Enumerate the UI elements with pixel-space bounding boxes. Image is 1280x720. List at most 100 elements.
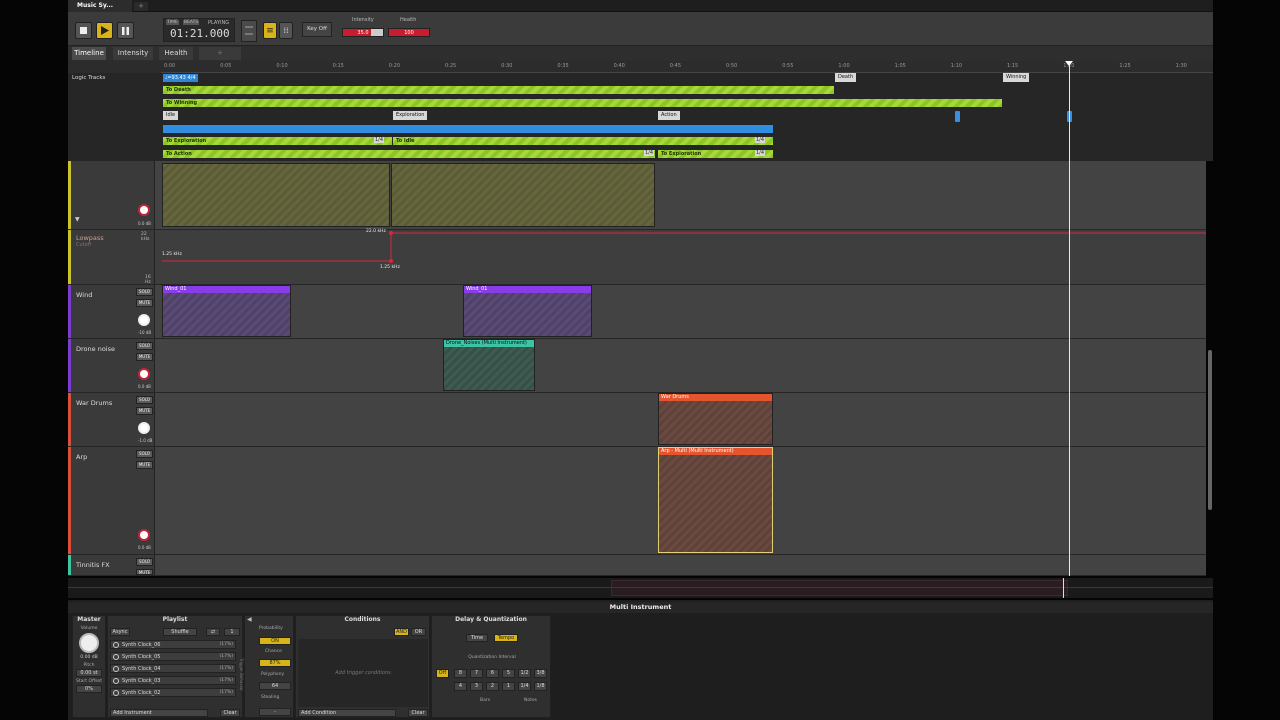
playlist-mode-select[interactable]: Shuffle — [163, 628, 197, 636]
mute-button[interactable]: MUTE — [136, 569, 153, 575]
play-button[interactable] — [96, 22, 113, 39]
bar-to-winning[interactable]: To Winning — [163, 99, 1002, 107]
time-ruler[interactable]: 0:00 0:05 0:10 0:15 0:20 0:25 0:30 0:35 0:40 0:45… — [161, 61, 1213, 73]
track-header[interactable]: Drone noise SOLO MUTE 0.0 dB — [68, 339, 155, 392]
track-lane[interactable]: War Drums — [155, 393, 1206, 446]
or-button[interactable]: OR — [411, 628, 426, 636]
track-lane[interactable] — [155, 161, 1206, 229]
audio-clip[interactable]: War Drums — [658, 393, 773, 445]
pause-button[interactable] — [117, 22, 134, 39]
automation-lane[interactable]: 22.0 kHz 1.25 kHz 1.25 kHz — [155, 229, 1206, 285]
probability-toggle[interactable]: ON — [259, 637, 291, 645]
audio-clip[interactable]: Wind_01 — [162, 285, 291, 337]
tab-intensity[interactable]: Intensity — [113, 47, 153, 60]
master-volume-knob[interactable] — [79, 633, 99, 653]
playlist-item-radio-icon[interactable] — [113, 678, 119, 684]
async-toggle[interactable]: Async — [110, 628, 130, 636]
track-lane[interactable]: Arp - Multi (Multi Instrument) — [155, 447, 1206, 554]
clock-mode-time[interactable]: TIME — [166, 20, 179, 25]
quantization-button[interactable]: 6 — [486, 669, 499, 678]
playlist-item[interactable]: Synth Clock_06 (17%) — [110, 640, 236, 649]
mute-button[interactable]: MUTE — [136, 407, 153, 415]
playlist-item[interactable]: Synth Clock_04 (17%) — [110, 664, 236, 673]
conditions-clear-button[interactable]: Clear — [408, 709, 428, 717]
tab-timeline[interactable]: Timeline — [72, 47, 106, 60]
playhead[interactable] — [1069, 61, 1070, 576]
mute-button[interactable]: MUTE — [136, 353, 153, 361]
mute-button[interactable]: MUTE — [136, 461, 153, 469]
tempo-mode-button[interactable]: Tempo — [494, 634, 518, 642]
playlist-item-radio-icon[interactable] — [113, 642, 119, 648]
quantization-button[interactable]: 1/8 — [534, 682, 547, 691]
marker-exploration[interactable]: Exploration — [393, 111, 428, 120]
quantization-off-button[interactable]: Off — [436, 669, 449, 678]
state-marker-pin[interactable] — [955, 111, 960, 122]
solo-button[interactable]: SOLO — [136, 558, 153, 566]
tab-health[interactable]: Health — [159, 47, 193, 60]
chance-field[interactable]: 87% — [259, 659, 291, 667]
conditions-list[interactable]: Add trigger conditions — [298, 639, 428, 707]
instrument-clip[interactable]: Arp - Multi (Multi Instrument) — [658, 447, 773, 553]
collapse-left-icon[interactable]: ◀ — [247, 616, 252, 623]
bar-to-action[interactable]: To Action — [163, 150, 655, 158]
solo-button[interactable]: SOLO — [136, 396, 153, 404]
start-offset-field[interactable]: 0% — [76, 685, 102, 693]
health-slider[interactable]: 100 — [388, 28, 430, 37]
track-header[interactable]: Arp SOLO MUTE 0.0 dB — [68, 447, 155, 554]
list-view-button[interactable]: ≡ — [263, 22, 277, 39]
volume-knob[interactable] — [138, 529, 150, 541]
pitch-field[interactable]: 0.00 st — [76, 669, 102, 677]
quantization-button[interactable]: 3 — [470, 682, 483, 691]
quantization-button[interactable]: 8 — [454, 669, 467, 678]
stealing-select[interactable]: - — [259, 708, 291, 716]
state-bar[interactable] — [163, 125, 773, 133]
marker-winning[interactable]: Winning — [1003, 73, 1030, 82]
new-tab-button[interactable]: + — [134, 2, 148, 11]
grid-view-button[interactable]: ⁞⁞ — [279, 22, 293, 39]
playlist-repeat-button[interactable]: ⇄ — [206, 628, 220, 636]
track-header[interactable]: Tinnitis FX SOLO MUTE — [68, 555, 155, 575]
quantization-button[interactable]: 4 — [454, 682, 467, 691]
playlist-item-radio-icon[interactable] — [113, 666, 119, 672]
solo-button[interactable]: SOLO — [136, 450, 153, 458]
playlist-count-field[interactable]: 1 — [224, 628, 240, 636]
quantization-button[interactable]: 5 — [502, 669, 515, 678]
track-lane[interactable]: Drone_Noises (Multi Instrument) — [155, 339, 1206, 392]
quantization-button[interactable]: 1/2 — [518, 669, 531, 678]
track-header[interactable]: War Drums SOLO MUTE -1.0 dB — [68, 393, 155, 446]
clock-mode-beats[interactable]: BEATS — [183, 20, 200, 25]
overview-strip[interactable] — [68, 578, 1213, 598]
playlist-item[interactable]: Synth Clock_03 (17%) — [110, 676, 236, 685]
volume-knob[interactable] — [138, 368, 150, 380]
playlist-item-radio-icon[interactable] — [113, 690, 119, 696]
tab-add[interactable]: + — [199, 47, 241, 60]
and-button[interactable]: AND — [394, 628, 409, 636]
automation-curve[interactable] — [155, 230, 1206, 285]
stop-button[interactable] — [75, 22, 92, 39]
volume-knob[interactable] — [138, 314, 150, 326]
quantization-button[interactable]: 2 — [486, 682, 499, 691]
instrument-clip[interactable]: Drone_Noises (Multi Instrument) — [443, 339, 535, 391]
audio-clip[interactable]: Wind_01 — [463, 285, 592, 337]
add-condition-button[interactable]: Add Condition — [298, 709, 396, 717]
vertical-scrollbar[interactable] — [1208, 350, 1212, 510]
bar-to-idle[interactable]: To Idle — [393, 137, 773, 145]
marker-idle[interactable]: Idle — [163, 111, 179, 120]
collapse-arrow-icon[interactable]: ▼ — [75, 216, 80, 223]
quantization-button[interactable]: 7 — [470, 669, 483, 678]
bar-to-death[interactable]: To Death — [163, 86, 834, 94]
track-lane[interactable] — [155, 555, 1206, 575]
add-instrument-button[interactable]: Add Instrument — [110, 709, 208, 717]
volume-knob[interactable] — [138, 422, 150, 434]
tempo-marker[interactable]: ♩=93.43 4/4 — [163, 74, 198, 82]
clock-stepper[interactable] — [241, 20, 257, 42]
mute-button[interactable]: MUTE — [136, 299, 153, 307]
automation-header[interactable]: Lowpass Cutoff 22 kHz 16 Hz — [68, 230, 155, 285]
playlist-item-radio-icon[interactable] — [113, 654, 119, 660]
track-header[interactable]: Wind SOLO MUTE -10 dB — [68, 285, 155, 338]
quantization-button[interactable]: 1/4 — [518, 682, 531, 691]
audio-clip[interactable] — [162, 163, 390, 227]
track-header[interactable]: ▼ 0.0 dB — [68, 161, 155, 229]
key-off-button[interactable]: Key Off — [302, 22, 332, 37]
playlist-item[interactable]: Synth Clock_02 (17%) — [110, 688, 236, 697]
